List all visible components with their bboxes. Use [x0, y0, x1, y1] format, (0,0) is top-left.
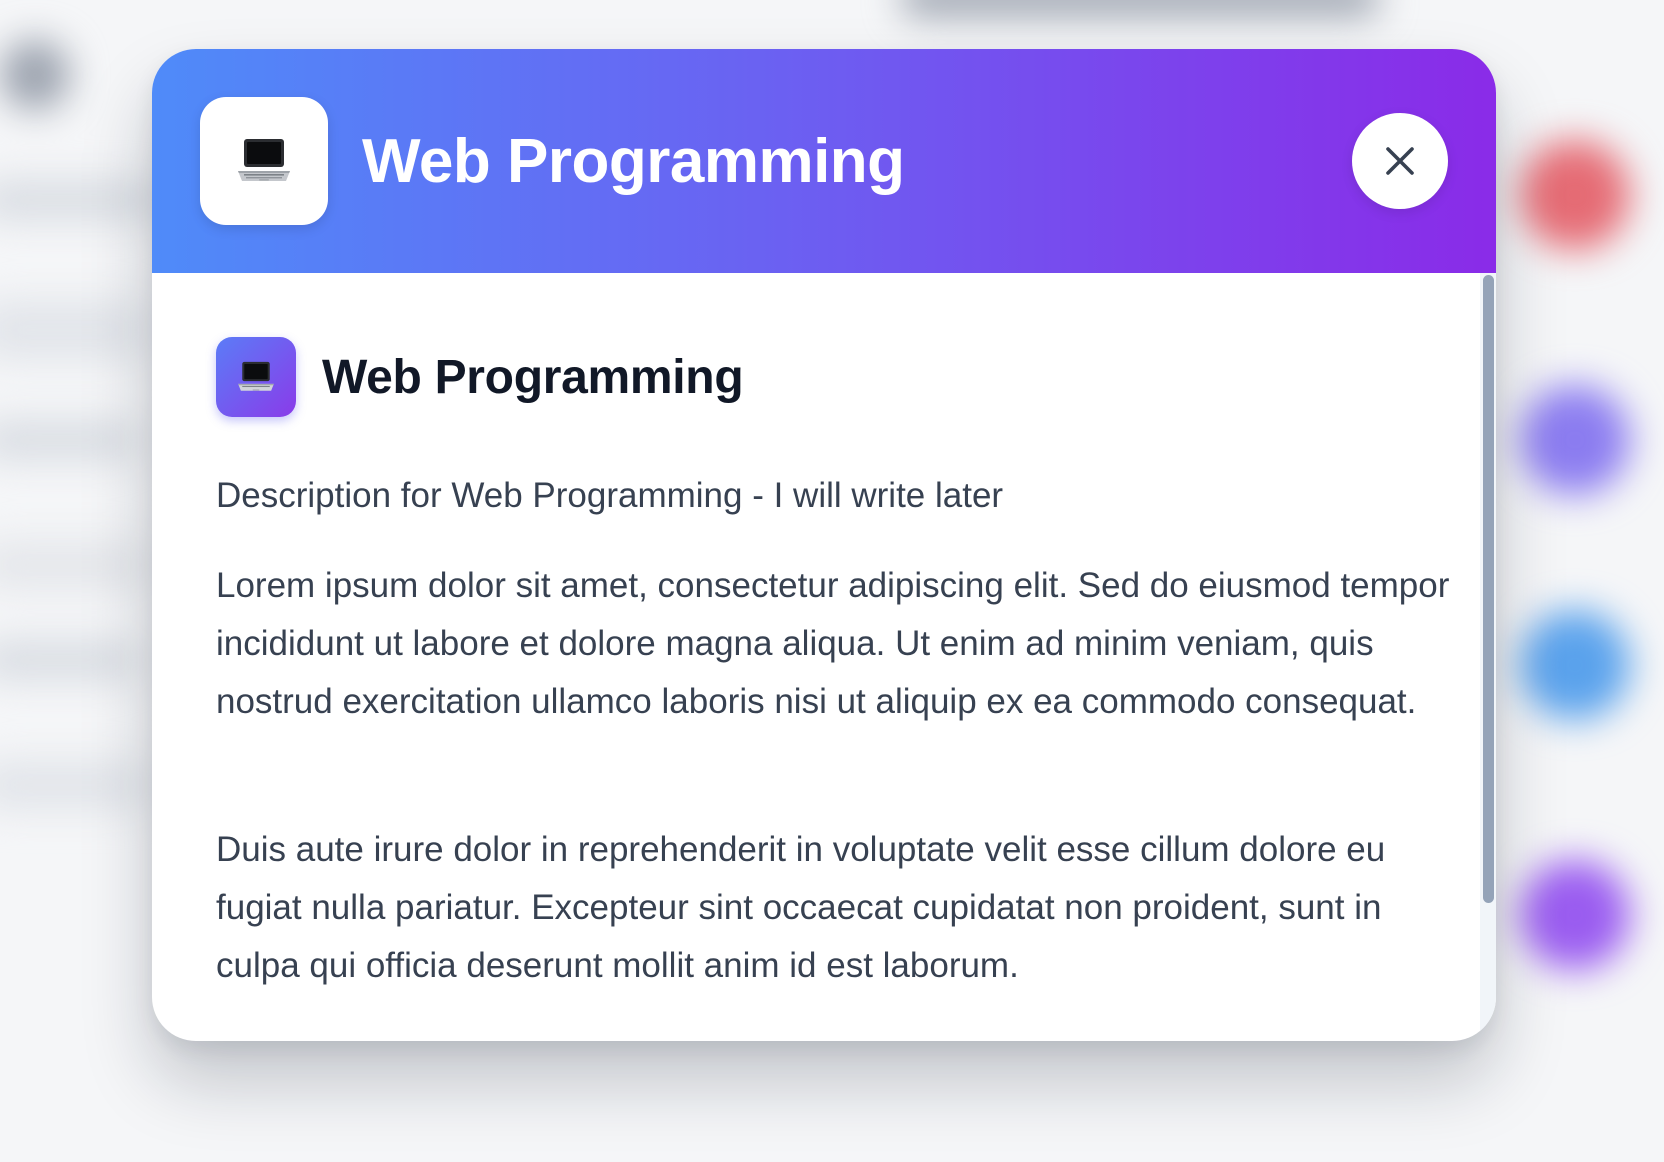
backdrop-row: [0, 180, 160, 220]
body-paragraph: Duis aute irure dolor in reprehenderit i…: [216, 830, 1386, 985]
close-button[interactable]: [1352, 113, 1448, 209]
page: Web Programming Web Programming Descript…: [0, 0, 1664, 1162]
modal-body[interactable]: Web Programming Description for Web Prog…: [152, 273, 1480, 1041]
course-modal: Web Programming Web Programming Descript…: [152, 49, 1496, 1041]
backdrop-avatar: [0, 40, 70, 110]
body-paragraph: Lorem ipsum dolor sit amet, consectetur …: [216, 566, 1450, 721]
modal-header: Web Programming: [152, 49, 1496, 273]
course-description: Description for Web Programming - I will…: [216, 476, 1004, 515]
backdrop-row: [0, 420, 140, 460]
close-icon: [1386, 147, 1414, 175]
backdrop-top-bar: [900, 0, 1380, 16]
content-heading: Web Programming: [216, 337, 744, 417]
backdrop-row: [0, 540, 150, 590]
backdrop-blue-dot: [1520, 610, 1630, 720]
backdrop-row: [0, 640, 140, 680]
laptop-icon: [238, 361, 274, 391]
content-icon-tile: [216, 337, 296, 417]
backdrop-purple-dot: [1520, 385, 1630, 495]
header-icon-tile: [200, 97, 328, 225]
modal-title: Web Programming: [362, 126, 905, 196]
content-title: Web Programming: [322, 350, 744, 404]
scrollbar-thumb[interactable]: [1483, 275, 1494, 903]
backdrop-red-dot: [1520, 140, 1630, 250]
backdrop-row: [0, 760, 150, 810]
backdrop-row: [0, 300, 150, 360]
backdrop-violet-dot: [1520, 860, 1630, 970]
laptop-icon: [238, 139, 290, 181]
